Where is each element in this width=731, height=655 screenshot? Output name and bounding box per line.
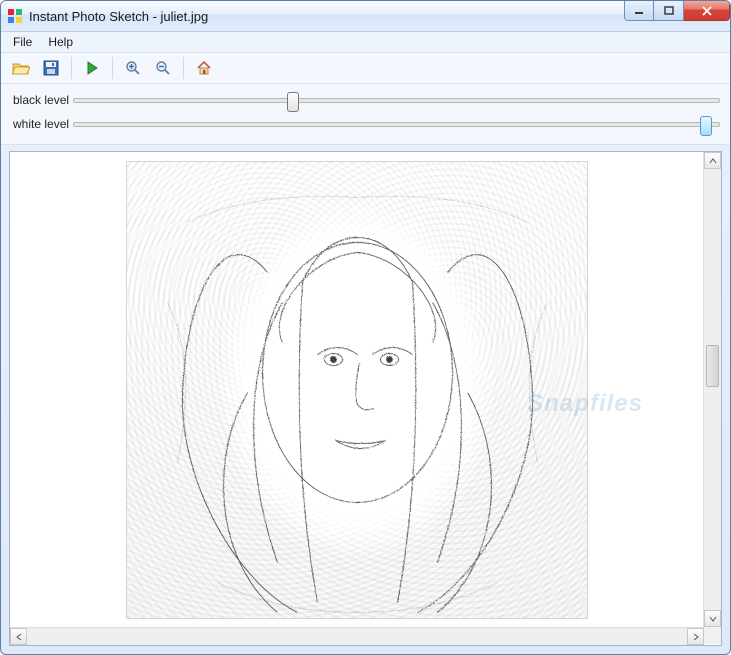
app-window: Instant Photo Sketch - juliet.jpg File H… — [0, 0, 731, 655]
chevron-left-icon — [15, 633, 23, 641]
window-title: Instant Photo Sketch - juliet.jpg — [29, 9, 208, 24]
white-level-thumb[interactable] — [700, 116, 712, 136]
menu-help[interactable]: Help — [40, 33, 81, 51]
zoom-out-button[interactable] — [149, 55, 177, 81]
vscroll-track[interactable] — [704, 169, 721, 610]
vscroll-thumb[interactable] — [706, 345, 719, 387]
black-level-slider[interactable] — [73, 90, 720, 110]
hscroll-track[interactable] — [27, 628, 687, 645]
chevron-up-icon — [709, 157, 717, 165]
maximize-button[interactable] — [654, 1, 684, 21]
black-level-row: black level — [11, 88, 720, 112]
scroll-right-button[interactable] — [687, 628, 704, 645]
scroll-up-button[interactable] — [704, 152, 721, 169]
open-button[interactable] — [7, 55, 35, 81]
home-button[interactable] — [190, 55, 218, 81]
white-level-row: white level — [11, 112, 720, 136]
toolbar — [1, 53, 730, 84]
scroll-down-button[interactable] — [704, 610, 721, 627]
close-icon — [701, 6, 713, 16]
scroll-corner — [704, 627, 721, 644]
sliders-panel: black level white level — [1, 84, 730, 145]
horizontal-scrollbar[interactable] — [10, 627, 704, 645]
canvas-area: Snapfiles — [9, 151, 722, 646]
zoom-out-icon — [155, 60, 171, 76]
save-icon — [43, 60, 59, 76]
minimize-button[interactable] — [624, 1, 654, 21]
maximize-icon — [664, 6, 674, 16]
open-icon — [12, 60, 30, 76]
vertical-scrollbar[interactable] — [703, 152, 721, 627]
home-icon — [196, 60, 212, 76]
zoom-in-button[interactable] — [119, 55, 147, 81]
black-level-thumb[interactable] — [287, 92, 299, 112]
chevron-down-icon — [709, 615, 717, 623]
toolbar-separator — [71, 57, 72, 79]
chevron-right-icon — [692, 633, 700, 641]
play-icon — [85, 61, 99, 75]
close-button[interactable] — [684, 1, 730, 21]
white-level-slider[interactable] — [73, 114, 720, 134]
sketch-image — [126, 161, 588, 619]
minimize-icon — [634, 6, 644, 16]
image-viewport[interactable]: Snapfiles — [10, 152, 703, 627]
scroll-left-button[interactable] — [10, 628, 27, 645]
toolbar-separator — [112, 57, 113, 79]
run-button[interactable] — [78, 55, 106, 81]
app-icon — [7, 8, 23, 24]
white-level-label: white level — [11, 117, 73, 131]
toolbar-separator — [183, 57, 184, 79]
black-level-label: black level — [11, 93, 73, 107]
titlebar: Instant Photo Sketch - juliet.jpg — [1, 1, 730, 32]
menu-file[interactable]: File — [5, 33, 40, 51]
save-button[interactable] — [37, 55, 65, 81]
menubar: File Help — [1, 32, 730, 53]
zoom-in-icon — [125, 60, 141, 76]
window-controls — [624, 1, 730, 21]
